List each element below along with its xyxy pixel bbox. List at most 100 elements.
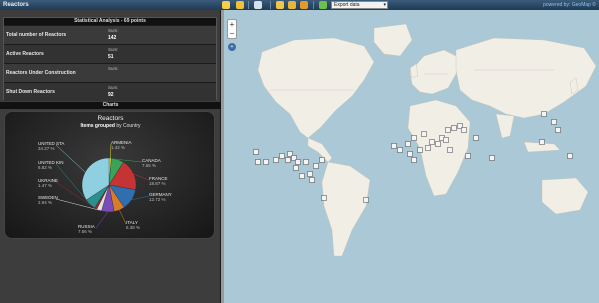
- reactor-marker[interactable]: [293, 165, 299, 171]
- reactor-marker[interactable]: [489, 155, 495, 161]
- reactor-marker[interactable]: [411, 157, 417, 163]
- pie-label-percent: 1.42 %: [111, 145, 126, 150]
- reactor-marker[interactable]: [429, 139, 435, 145]
- reactor-marker[interactable]: [539, 139, 545, 145]
- charts-header[interactable]: Charts: [0, 102, 221, 109]
- stat-row: Reactors Under Construction Sum:: [4, 63, 216, 82]
- reactor-marker[interactable]: [473, 135, 479, 141]
- stat-row: Total number of Reactors Sum: 142: [4, 25, 216, 44]
- layers-tool-icon[interactable]: [288, 1, 296, 9]
- toolbar-separator: [248, 1, 249, 9]
- stat-sum-label: Sum:: [108, 28, 119, 33]
- reactor-marker[interactable]: [541, 111, 547, 117]
- pie-label-percent: 7.55 %: [142, 163, 157, 168]
- reactor-marker[interactable]: [253, 149, 259, 155]
- globe-tool-icon[interactable]: [300, 1, 308, 9]
- pie-leader-line: [131, 195, 150, 200]
- check-tool-icon[interactable]: [319, 1, 327, 9]
- layer-switcher-button[interactable]: +: [228, 43, 236, 51]
- reactor-marker[interactable]: [435, 141, 441, 147]
- pie-label-percent: 12.72 %: [149, 197, 166, 202]
- statistics-panel: Statistical Analysis - 69 points Total n…: [3, 17, 217, 101]
- map-canvas[interactable]: [224, 10, 599, 303]
- reactor-marker[interactable]: [319, 157, 325, 163]
- reactor-marker[interactable]: [407, 151, 413, 157]
- land-greenland: [373, 23, 413, 57]
- stat-value: 51: [108, 54, 114, 60]
- stat-value: 92: [108, 92, 114, 98]
- filter-tool-icon[interactable]: [254, 1, 262, 9]
- chart-subtitle-rest: by Country: [114, 123, 141, 129]
- reactor-marker[interactable]: [451, 125, 457, 131]
- reactor-marker[interactable]: [465, 153, 471, 159]
- world-map[interactable]: + − +: [224, 10, 599, 303]
- stat-sum-label: Sum:: [108, 85, 119, 90]
- reactor-marker[interactable]: [397, 147, 403, 153]
- comment-tool-icon[interactable]: [236, 1, 244, 9]
- pie-label-percent: 6.38 %: [126, 225, 141, 230]
- pie-label-percent: 34.27 %: [38, 146, 55, 151]
- reactor-marker[interactable]: [295, 159, 301, 165]
- reactor-marker[interactable]: [263, 159, 269, 165]
- reactor-marker[interactable]: [447, 147, 453, 153]
- reactor-marker[interactable]: [555, 127, 561, 133]
- pie-label: CANADA 7.55 %: [142, 158, 161, 168]
- reactor-marker[interactable]: [285, 157, 291, 163]
- land-layer: [257, 23, 597, 257]
- reactor-marker[interactable]: [411, 135, 417, 141]
- toolbar-separator: [270, 1, 271, 9]
- pie-label: SWEDEN 2.94 %: [38, 195, 58, 205]
- pie-chart: [55, 143, 150, 229]
- statistics-header: Statistical Analysis - 69 points: [4, 18, 216, 25]
- map-attribution[interactable]: powered by: GeoMap ©: [543, 0, 596, 10]
- reactor-marker[interactable]: [425, 145, 431, 151]
- reactor-marker[interactable]: [255, 159, 261, 165]
- pie-leader-line: [133, 173, 150, 181]
- pie-label: UNITED STA 34.27 %: [38, 141, 64, 151]
- reactor-marker[interactable]: [299, 173, 305, 179]
- app-toolbar: Reactors Export data ▾ powered by: GeoMa…: [0, 0, 599, 10]
- reactor-marker[interactable]: [313, 163, 319, 169]
- stat-sum-label: Sum:: [108, 66, 119, 71]
- legend-tool-icon[interactable]: [276, 1, 284, 9]
- reactor-marker[interactable]: [421, 131, 427, 137]
- pie-label: ITALY 6.38 %: [126, 220, 140, 230]
- select-tool-icon[interactable]: [222, 1, 230, 9]
- pie-label: ARMENIA 1.42 %: [111, 140, 132, 150]
- reactor-marker[interactable]: [551, 119, 557, 125]
- chart-subtitle-bold: Items grouped: [80, 123, 115, 129]
- zoom-in-button[interactable]: +: [228, 20, 236, 29]
- chart-subtitle: Items grouped by Country: [5, 123, 216, 129]
- pie-label-percent: 6.82 %: [38, 165, 53, 170]
- reactor-marker[interactable]: [303, 159, 309, 165]
- reactor-marker[interactable]: [443, 137, 449, 143]
- app-title: Reactors: [3, 2, 29, 8]
- pie-label: UKRAINE 1.47 %: [38, 178, 58, 188]
- reactor-marker[interactable]: [417, 147, 423, 153]
- reactor-marker[interactable]: [445, 127, 451, 133]
- zoom-out-button[interactable]: −: [228, 29, 236, 38]
- reactor-marker[interactable]: [309, 177, 315, 183]
- pie-chart-container: Reactors Items grouped by Country ARMENI…: [4, 111, 215, 239]
- reactor-marker[interactable]: [321, 195, 327, 201]
- pie-label-percent: 2.94 %: [38, 200, 53, 205]
- reactor-marker[interactable]: [273, 157, 279, 163]
- reactor-marker[interactable]: [405, 141, 411, 147]
- chevron-down-icon: ▾: [383, 2, 386, 8]
- reactor-marker[interactable]: [391, 143, 397, 149]
- pie-label: UNITED KIN 6.82 %: [38, 160, 64, 170]
- reactor-marker[interactable]: [279, 153, 285, 159]
- zoom-control: + −: [227, 19, 237, 39]
- reactor-marker[interactable]: [307, 171, 313, 177]
- land-north-america: [257, 37, 375, 139]
- reactor-marker[interactable]: [363, 197, 369, 203]
- reactor-marker[interactable]: [461, 127, 467, 133]
- stat-label: Total number of Reactors: [6, 32, 67, 38]
- stat-label: Shut Down Reactors: [6, 89, 55, 95]
- reactor-marker[interactable]: [567, 153, 573, 159]
- pie-leader-line: [95, 211, 108, 229]
- pie-label: RUSSIA 7.56 %: [78, 224, 95, 234]
- stat-label: Reactors Under Construction: [6, 70, 76, 76]
- export-data-select[interactable]: Export data ▾: [331, 1, 388, 9]
- pie-label: FRANCE 18.87 %: [149, 176, 168, 186]
